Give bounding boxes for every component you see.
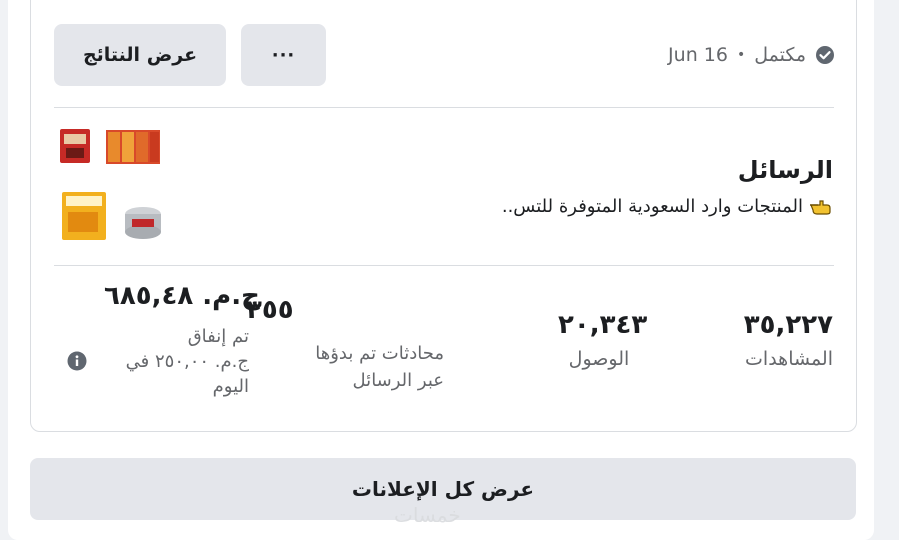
view-results-label: عرض النتائج [82,44,198,66]
thumbnail-4 [120,202,166,242]
thumbnail-2 [104,126,162,168]
divider-bottom [54,265,834,266]
views-label: المشاهدات [745,348,833,370]
info-icon[interactable] [67,351,87,371]
more-icon: ··· [271,44,296,66]
conversations-label-line1: محادثات تم بدؤها [315,343,444,364]
date-text: Jun 16 [668,44,728,66]
more-options-button[interactable]: ··· [241,24,326,86]
spend-value: ج.م. ٦٨٥,٤٨ [104,281,260,311]
spend-label-line2: ج.م. ٢٥٠,٠٠ في [125,351,249,372]
view-all-ads-label: عرض كل الإعلانات [351,477,535,501]
spend-label: تم إنفاق ج.م. ٢٥٠,٠٠ في اليوم [126,324,249,399]
thumbnail-3 [58,190,110,242]
watermark: خمسات [394,503,461,527]
views-value: ٣٥,٢٢٧ [743,310,833,340]
reach-label: الوصول [568,348,630,370]
view-results-button[interactable]: عرض النتائج [54,24,226,86]
ad-thumbnails[interactable] [56,126,166,244]
hand-pointing-icon [809,198,833,216]
status-text: مكتمل [754,44,806,66]
check-circle-icon [815,45,835,65]
thumbnail-1 [56,126,96,166]
conversations-label-line2: عبر الرسائل [352,370,444,391]
ad-description: المنتجات وارد السعودية المتوفرة للتس.. [501,196,803,217]
ad-description-row: المنتجات وارد السعودية المتوفرة للتس.. [502,196,833,217]
metric-views: ٣٥,٢٢٧ المشاهدات [744,310,833,370]
divider-top [54,107,834,108]
status-row: Jun 16 • مكتمل [668,40,835,70]
spend-label-line3: اليوم [212,376,249,397]
conversations-label: محادثات تم بدؤها عبر الرسائل [315,340,444,394]
separator-dot: • [736,47,746,63]
metric-reach: ٢٠,٣٤٣ الوصول [558,310,648,370]
spend-label-line1: تم إنفاق [187,326,249,347]
reach-value: ٢٠,٣٤٣ [558,310,648,340]
ad-title: الرسائل [737,156,833,184]
